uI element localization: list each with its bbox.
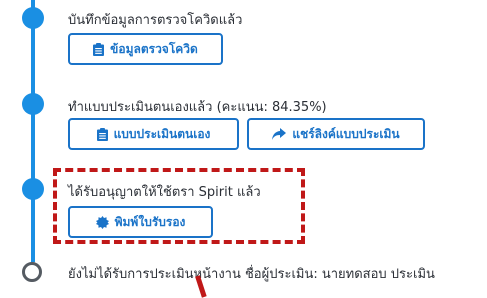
share-assessment-link-button[interactable]: แชร์ลิงค์แบบประเมิน [247,118,425,150]
step-1-text: บันทึกข้อมูลการตรวจโควิดแล้ว [68,13,243,28]
step-4-pending-dot [22,262,42,282]
highlight-annotation-box [53,168,305,244]
timeline-line-active [31,0,35,269]
step-1-complete-dot [22,7,44,29]
step-4-text: ยังไม่ได้รับการประเมินหน้างาน ชื่อผู้ประ… [68,267,435,282]
share-assessment-link-label: แชร์ลิงค์แบบประเมิน [292,126,400,141]
covid-test-data-button[interactable]: ข้อมูลตรวจโควิด [68,33,223,65]
step-2-text: ทำแบบประเมินตนเองแล้ว (คะแนน: 84.35%) [68,100,327,115]
share-icon [272,128,287,140]
clipboard-icon [93,42,105,56]
clipboard-icon [96,127,108,141]
step-3-complete-dot [22,178,44,200]
self-assessment-button[interactable]: แบบประเมินตนเอง [68,118,239,150]
covid-test-data-label: ข้อมูลตรวจโควิด [110,41,198,56]
step-2-complete-dot [22,93,44,115]
self-assessment-label: แบบประเมินตนเอง [113,126,211,141]
